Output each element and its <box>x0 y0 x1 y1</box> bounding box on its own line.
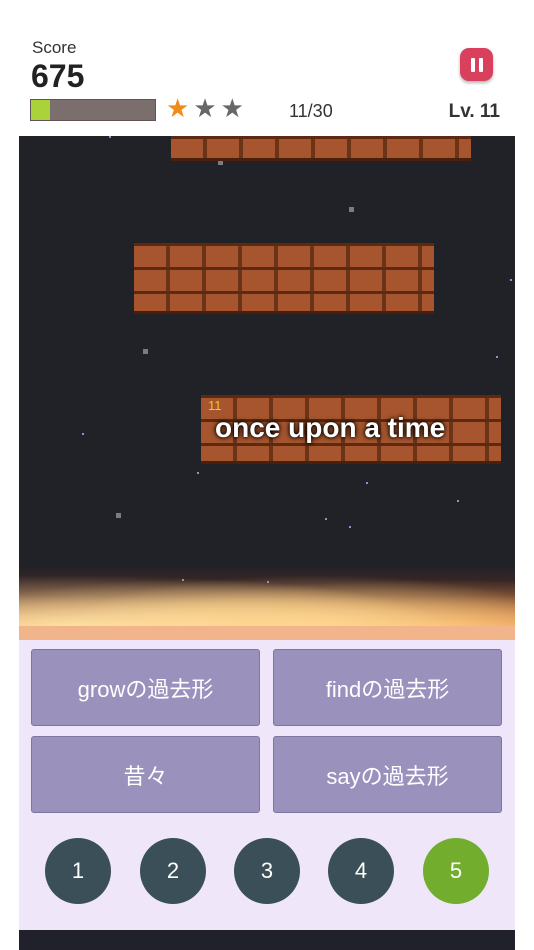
pause-icon <box>470 57 475 72</box>
score-value: 675 <box>31 58 85 94</box>
particle <box>109 136 111 138</box>
particle <box>116 513 121 518</box>
particle <box>496 356 498 358</box>
particle <box>349 526 351 528</box>
particle <box>325 518 327 520</box>
particle <box>197 472 199 474</box>
star-icon: ★ <box>193 94 217 124</box>
particle <box>143 349 148 354</box>
level-indicator: Lv. 11 <box>448 101 500 122</box>
brick-wall <box>134 243 434 314</box>
star-icon: ★ <box>220 94 244 124</box>
particle <box>366 482 368 484</box>
star-icon: ★ <box>166 94 190 124</box>
fire-ground <box>19 626 515 640</box>
question-counter: 11/30 <box>289 101 333 121</box>
game-field: 11 once upon a time <box>19 136 515 626</box>
answer-option-2[interactable]: findの過去形 <box>273 649 502 726</box>
star-rating: ★ ★ ★ <box>166 96 244 122</box>
progress-bar <box>30 99 156 121</box>
answer-option-4[interactable]: sayの過去形 <box>273 736 502 813</box>
number-button-1[interactable]: 1 <box>45 838 111 904</box>
bottom-bar <box>19 930 515 950</box>
falling-word: once upon a time <box>215 412 446 443</box>
score-label: Score <box>32 38 77 57</box>
answer-option-1[interactable]: growの過去形 <box>31 649 260 726</box>
pause-button[interactable] <box>460 48 493 81</box>
pause-icon-bar <box>478 57 483 72</box>
number-button-4[interactable]: 4 <box>328 838 394 904</box>
brick-platform-top <box>171 136 471 161</box>
progress-fill <box>31 100 50 120</box>
word-number: 11 <box>208 398 222 413</box>
fire-effect <box>19 566 515 626</box>
number-button-5[interactable]: 5 <box>423 838 489 904</box>
answer-option-3[interactable]: 昔々 <box>31 736 260 813</box>
number-button-2[interactable]: 2 <box>140 838 206 904</box>
particle <box>82 433 84 435</box>
particle <box>510 279 512 281</box>
particle <box>457 500 459 502</box>
number-button-3[interactable]: 3 <box>234 838 300 904</box>
particle <box>349 207 354 212</box>
